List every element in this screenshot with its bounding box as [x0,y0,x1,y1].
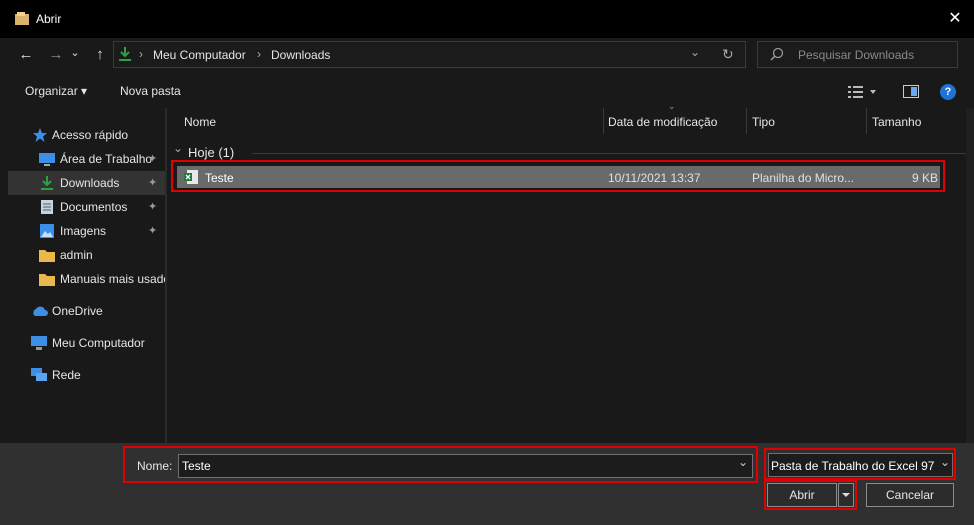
organize-button[interactable]: Organizar ▾ [25,84,87,98]
refresh-button[interactable]: ↻ [722,46,734,63]
star-icon [33,128,47,142]
preview-pane-icon[interactable] [903,85,919,98]
title-bar [0,0,974,38]
search-icon [770,47,784,61]
column-header-type[interactable]: Tipo [752,115,775,129]
sidebar-item-label: admin [60,248,93,262]
chevron-down-icon[interactable]: ⌄ [940,455,950,469]
download-icon [40,176,54,190]
pin-icon: ✦ [148,177,158,189]
sidebar-item-label: OneDrive [52,304,103,318]
navigation-pane: Acesso rápido Área de Trabalho ✦ Downloa… [0,108,166,443]
download-icon [118,46,132,62]
sidebar-item-computer[interactable]: Meu Computador [8,331,166,355]
file-name-input[interactable] [178,454,753,478]
sidebar-item-label: Downloads [60,176,120,190]
pin-icon: ✦ [148,153,158,165]
back-button[interactable]: ← [16,44,36,66]
file-list [167,108,971,443]
excel-file-icon [184,170,198,184]
folder-icon [39,272,55,286]
chevron-down-icon[interactable]: ⌄ [738,455,748,469]
folder-icon [39,248,55,262]
sidebar-item-documents[interactable]: Documentos ✦ [8,195,166,219]
file-size: 9 KB [911,171,938,185]
column-divider[interactable] [603,108,604,134]
sidebar-item-images[interactable]: Imagens ✦ [8,219,166,243]
new-folder-button[interactable]: Nova pasta [120,84,181,98]
breadcrumb-item[interactable]: Meu Computador [153,48,246,62]
caret-down-icon [842,493,850,497]
sort-indicator-icon: ⌄ [668,101,676,111]
image-icon [40,224,54,238]
sidebar-item-manuals[interactable]: Manuais mais usados [8,267,166,291]
column-header-name[interactable]: Nome [184,115,216,129]
file-modified: 10/11/2021 13:37 [608,171,701,185]
column-header-row [167,108,971,134]
sidebar-item-quick-access[interactable]: Acesso rápido [8,123,166,147]
column-header-date[interactable]: Data de modificação [608,115,717,129]
address-dropdown[interactable]: ⌄ [690,45,700,59]
cancel-button[interactable]: Cancelar [866,483,954,507]
search-placeholder: Pesquisar Downloads [798,48,915,62]
sidebar-item-downloads[interactable]: Downloads ✦ [8,171,166,195]
forward-button[interactable]: → [46,44,66,66]
sidebar-item-onedrive[interactable]: OneDrive [8,299,166,323]
desktop-icon [39,152,55,166]
pin-icon: ✦ [148,225,158,237]
pin-icon: ✦ [148,201,158,213]
sidebar-item-label: Manuais mais usados [60,272,166,286]
window-title: Abrir [36,12,62,26]
view-options-icon[interactable] [848,85,876,99]
column-divider[interactable] [866,108,867,134]
file-type: Planilha do Micro... [752,171,855,185]
sidebar-item-label: Meu Computador [52,336,145,350]
breadcrumb-separator: › [257,47,261,61]
up-button[interactable]: ↑ [90,44,110,66]
breadcrumb-item[interactable]: Downloads [271,48,330,62]
help-icon[interactable]: ? [940,84,956,100]
group-header[interactable]: Hoje (1) [188,145,234,160]
file-name-label: Nome: [137,459,173,473]
close-button[interactable]: ✕ [944,8,966,30]
sidebar-item-label: Imagens [60,224,107,238]
recent-locations-dropdown[interactable]: ⌄ [68,42,82,64]
sidebar-item-network[interactable]: Rede [8,363,166,387]
sidebar-item-label: Rede [52,368,81,382]
open-button[interactable]: Abrir [767,483,837,507]
sidebar-item-label: Área de Trabalho [60,152,153,166]
sidebar-item-label: Acesso rápido [52,128,129,142]
file-name-value: Teste [182,459,211,473]
app-icon [14,11,30,26]
column-header-size[interactable]: Tamanho [872,115,921,129]
sidebar-item-label: Documentos [60,200,128,214]
group-divider [252,153,966,154]
breadcrumb-separator: › [139,47,143,61]
sidebar-item-admin[interactable]: admin [8,243,166,267]
open-dropdown-button[interactable] [838,483,854,507]
group-collapse-icon[interactable]: ⌄ [173,141,183,155]
document-icon [40,200,54,214]
sidebar-item-desktop[interactable]: Área de Trabalho ✦ [8,147,166,171]
network-icon [31,368,47,382]
computer-icon [31,336,47,350]
cloud-icon [31,304,49,318]
file-name: Teste [205,171,234,185]
vertical-scrollbar[interactable] [966,108,974,443]
file-type-filter-value: Pasta de Trabalho do Excel 97-2 [771,459,935,473]
column-divider[interactable] [746,108,747,134]
